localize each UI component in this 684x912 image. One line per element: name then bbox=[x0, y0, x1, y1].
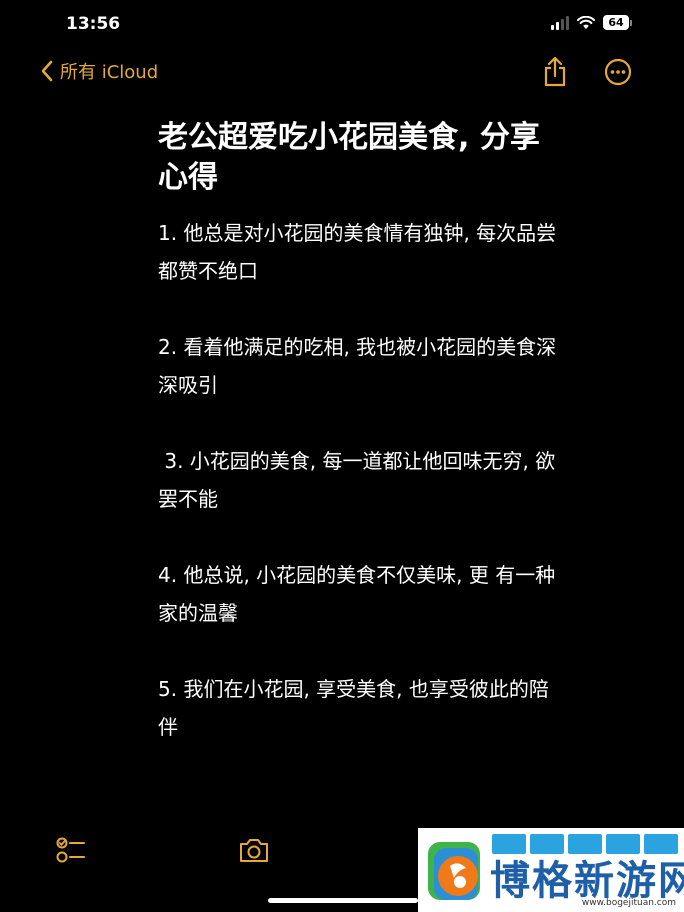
note-item-1: 1. 他总是对小花园的美食情有独钟, 每次品尝都赞不绝口 bbox=[158, 221, 557, 283]
battery-icon: 64 bbox=[603, 15, 632, 30]
checklist-icon[interactable] bbox=[56, 836, 86, 864]
note-title: 老公超爱吃小花园美食, 分享心得 bbox=[158, 120, 540, 195]
wifi-icon bbox=[577, 15, 595, 29]
camera-icon[interactable] bbox=[238, 836, 270, 864]
more-circle-icon[interactable] bbox=[604, 58, 632, 86]
nav-actions bbox=[542, 56, 632, 88]
watermark-logo-icon bbox=[428, 842, 480, 900]
note-item-4: 4. 他总说, 小花园的美食不仅美味, 更 有一种家的温馨 bbox=[158, 563, 556, 625]
chevron-left-icon bbox=[41, 60, 53, 82]
note-item-5: 5. 我们在小花园, 享受美食, 也享受彼此的陪伴 bbox=[158, 677, 549, 739]
nav-bar: 所有 iCloud bbox=[0, 52, 684, 96]
note-item-2: 2. 看着他满足的吃相, 我也被小花园的美食深深吸引 bbox=[158, 335, 557, 397]
watermark-url: www.bogejituan.com bbox=[581, 898, 676, 908]
back-button[interactable]: 所有 iCloud bbox=[40, 58, 158, 84]
home-indicator[interactable] bbox=[268, 898, 418, 903]
watermark: 博格新游网 www.bogejituan.com bbox=[418, 828, 684, 912]
back-button-label: 所有 iCloud bbox=[60, 62, 159, 83]
note-item-3: 3. 小花园的美食, 每一道都让他回味无穷, 欲罢不能 bbox=[158, 449, 556, 511]
status-time: 13:56 bbox=[66, 14, 121, 34]
status-bar: 13:56 64 bbox=[0, 0, 684, 48]
battery-level: 64 bbox=[603, 15, 629, 30]
note-body[interactable]: 老公超爱吃小花园美食, 分享心得 1. 他总是对小花园的美食情有独钟, 每次品尝… bbox=[158, 118, 558, 784]
share-icon[interactable] bbox=[542, 56, 568, 88]
status-indicators: 64 bbox=[551, 15, 632, 30]
cellular-signal-icon bbox=[551, 15, 569, 30]
